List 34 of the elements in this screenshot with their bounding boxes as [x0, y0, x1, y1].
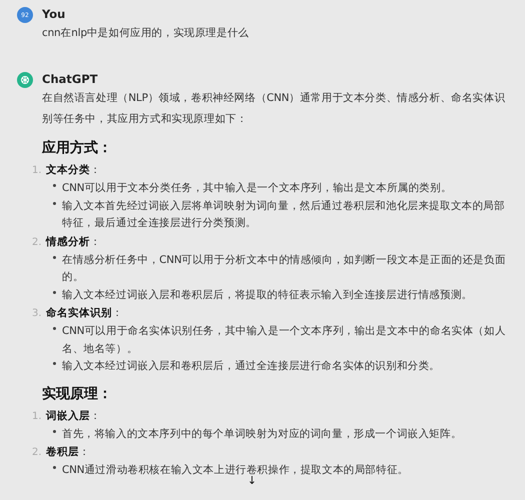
list-number: 1.	[32, 410, 43, 424]
section-heading: 应用方式：	[42, 138, 113, 158]
bullet-dot	[53, 184, 56, 187]
bullet-dot	[53, 327, 56, 330]
section-heading: 实现原理：	[42, 384, 113, 404]
bullet-text: CNN通过滑动卷积核在输入文本上进行卷积操作，提取文本的局部特征。	[62, 463, 410, 476]
item-title: 命名实体识别：	[46, 306, 123, 321]
bullet-text: 输入文本经过词嵌入层和卷积层后，通过全连接层进行命名实体的识别和分类。	[62, 359, 442, 374]
scroll-down-button[interactable]: ↓	[246, 475, 258, 486]
bullet-text: 首先，将输入的文本序列中的每个单词映射为对应的词向量，形成一个词嵌入矩阵。	[62, 426, 463, 442]
bullet-text: 输入文本首先经过词嵌入层将单词映射为词向量，然后通过卷积层和池化层来提取文本的局部特征，最后通过全连接层进行分类预测。	[62, 198, 506, 231]
bullet-dot	[53, 290, 56, 294]
message-text: cnn在nlp中是如何应用的，实现原理是什么	[42, 26, 250, 41]
bullet-text: CNN可以用于命名实体识别任务，其中输入是一个文本序列，输出是文本中的命名实体（如人名、地名等）。	[62, 324, 507, 356]
bullet-dot	[53, 362, 56, 365]
bullet-dot	[53, 202, 56, 204]
bullet-dot	[53, 430, 56, 432]
list-number: 3.	[32, 307, 43, 321]
list-number: 2.	[32, 446, 43, 460]
bullet-text: CNN可以用于文本分类任务，其中输入是一个文本序列，输出是文本所属的类别。	[62, 181, 453, 196]
author-name: ChatGPT	[42, 71, 99, 88]
bullet-dot	[53, 466, 56, 469]
bullet-text: 在情感分析任务中，CNN可以用于分析文本中的情感倾向，如判断一段文本是正面的还是负面的。	[62, 252, 507, 285]
bullet-dot	[53, 256, 56, 258]
item-title: 文本分类：	[46, 163, 101, 178]
author-name: You	[42, 6, 66, 23]
item-title: 词嵌入层：	[46, 408, 101, 424]
message-text: 在自然语言处理（NLP）领域，卷积神经网络（CNN）通常用于文本分类、情感分析、命名实体识别等任务中，其应用方式和实现原理如下：	[42, 91, 506, 127]
knot-icon	[20, 75, 30, 85]
item-title: 情感分析：	[46, 234, 101, 250]
item-title: 卷积层：	[46, 445, 90, 460]
bullet-text: 输入文本经过词嵌入层和卷积层后，将提取的特征表示输入到全连接层进行情感预测。	[62, 288, 474, 302]
list-number: 1.	[32, 164, 43, 178]
list-number: 2.	[32, 236, 43, 250]
